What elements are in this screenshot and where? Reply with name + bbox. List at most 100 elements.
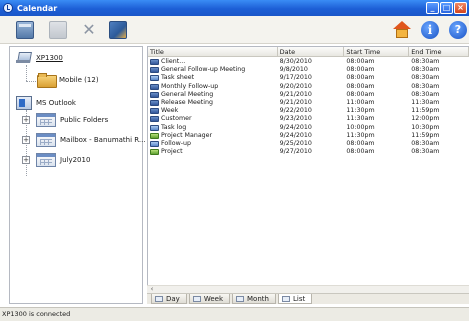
folder-icon <box>37 73 57 88</box>
app-clock-icon <box>3 3 13 13</box>
task-icon <box>150 75 159 82</box>
close-button[interactable]: × <box>454 2 467 14</box>
table-row[interactable]: Customer 9/23/2010 11:30am 12:00pm <box>148 115 469 123</box>
cell-date: 9/23/2010 <box>279 115 312 123</box>
tree-node-ms-outlook[interactable]: MS Outlook <box>16 96 76 110</box>
tree-node-label: XP1300 <box>36 54 63 62</box>
folder-grid-icon <box>36 133 56 147</box>
column-header-start-time[interactable]: Start Time <box>344 47 410 57</box>
table-row[interactable]: Follow-up 9/25/2010 08:00am 08:30am <box>148 140 469 148</box>
row-title: Release Meeting <box>161 99 213 107</box>
calendar-list: Title Date Start Time End Time Client...… <box>147 46 469 304</box>
appointment-icon <box>150 116 159 123</box>
horizontal-scrollbar[interactable]: ‹ <box>147 285 469 293</box>
plan-icon <box>150 149 159 156</box>
cell-title: Release Meeting <box>148 99 278 107</box>
table-row[interactable]: Project 9/27/2010 08:00am 08:30am <box>148 148 469 156</box>
folder-grid-icon <box>36 153 56 167</box>
row-title: Project Manager <box>161 131 213 139</box>
column-header-date[interactable]: Date <box>278 47 345 57</box>
view-calendar-icon <box>155 295 163 302</box>
cell-start-time: 08:00am <box>346 90 375 98</box>
expand-icon[interactable]: + <box>22 136 30 144</box>
tree-node-mobile[interactable]: Mobile (12) <box>37 73 99 88</box>
tree-node-july2010[interactable]: + July2010 <box>22 153 90 167</box>
folder-grid-icon <box>36 113 56 127</box>
table-row[interactable]: Project Manager 9/24/2010 11:30pm 11:59pm <box>148 132 469 140</box>
calendar-icon[interactable] <box>16 21 34 39</box>
title-bar: Calendar _ □ × <box>0 0 469 16</box>
tree-node-mailbox[interactable]: + Mailbox - Banumathi R... <box>22 133 146 147</box>
cell-end-time: 10:30pm <box>411 123 440 131</box>
tab-month[interactable]: Month <box>232 294 276 304</box>
table-row[interactable]: Week 9/22/2010 11:30pm 11:59pm <box>148 107 469 115</box>
row-title: Week <box>161 107 179 115</box>
delete-icon[interactable]: ✕ <box>80 21 98 39</box>
cell-date: 9/24/2010 <box>279 131 312 139</box>
view-calendar-icon <box>236 295 245 302</box>
table-row[interactable]: Client... 8/30/2010 08:00am 08:30am <box>148 58 469 66</box>
info-icon[interactable]: i <box>421 21 439 39</box>
window-title: Calendar <box>17 3 58 13</box>
row-title: General Follow-up Meeting <box>161 66 246 74</box>
cell-date: 9/24/2010 <box>279 123 312 131</box>
table-row[interactable]: Release Meeting 9/21/2010 11:00am 11:30am <box>148 99 469 107</box>
scroll-left-icon[interactable]: ‹ <box>148 286 156 293</box>
row-title: Client... <box>161 58 186 66</box>
tab-label: Week <box>203 294 224 303</box>
maximize-button[interactable]: □ <box>440 2 453 14</box>
table-row[interactable]: General Meeting 9/21/2010 08:00am 08:30am <box>148 91 469 99</box>
tree-node-device[interactable]: XP1300 <box>16 51 63 65</box>
edit-icon[interactable] <box>49 21 67 39</box>
table-row[interactable]: Task log 9/24/2010 10:00pm 10:30pm <box>148 124 469 132</box>
expand-icon[interactable]: + <box>22 116 30 124</box>
cell-start-time: 11:30pm <box>346 107 375 115</box>
tab-day[interactable]: Day <box>151 294 187 304</box>
cell-start-time: 08:00am <box>346 74 375 82</box>
home-icon[interactable] <box>393 21 411 39</box>
cell-end-time: 08:30am <box>411 82 440 90</box>
cell-end-time: 08:30am <box>411 148 440 156</box>
toolbar: ✕ i ? <box>0 16 469 44</box>
list-header: Title Date Start Time End Time <box>148 47 469 57</box>
appointment-icon <box>150 59 159 66</box>
cell-date: 9/17/2010 <box>279 74 312 82</box>
tree-node-label: Mobile (12) <box>59 75 99 84</box>
device-icon <box>16 51 32 65</box>
status-text: XP1300 is connected <box>2 310 71 318</box>
cell-date: 9/27/2010 <box>279 148 312 156</box>
tab-list[interactable]: List <box>277 294 313 304</box>
minimize-button[interactable]: _ <box>426 2 439 14</box>
cell-end-time: 11:30am <box>411 99 440 107</box>
expand-icon[interactable]: + <box>22 156 30 164</box>
row-title: Task sheet <box>161 74 195 82</box>
tree-node-public-folders[interactable]: + Public Folders <box>22 113 108 127</box>
cell-end-time: 08:30am <box>411 58 440 66</box>
help-icon[interactable]: ? <box>449 21 467 39</box>
export-icon[interactable] <box>109 21 127 39</box>
cell-end-time: 12:00pm <box>411 115 440 123</box>
row-title: General Meeting <box>161 90 214 98</box>
cell-end-time: 11:59pm <box>411 131 440 139</box>
appointment-icon <box>150 67 159 74</box>
column-header-title[interactable]: Title <box>148 47 278 57</box>
cell-title: Customer <box>148 115 278 123</box>
cell-title: General Meeting <box>148 91 278 99</box>
table-row[interactable]: Task sheet 9/17/2010 08:00am 08:30am <box>148 74 469 82</box>
cell-start-time: 08:00am <box>346 139 375 147</box>
tree-node-label: Mailbox - Banumathi R... <box>60 136 146 144</box>
cell-date: 9/21/2010 <box>279 90 312 98</box>
cell-date: 9/25/2010 <box>279 139 312 147</box>
row-title: Monthly Follow-up <box>161 82 219 90</box>
cell-date: 9/21/2010 <box>279 99 312 107</box>
tab-week[interactable]: Week <box>188 294 231 304</box>
task-icon <box>150 124 159 131</box>
view-tabs: Day Week Month List <box>147 293 469 304</box>
cell-title: Client... <box>148 58 278 66</box>
table-row[interactable]: Monthly Follow-up 9/20/2010 08:00am 08:30am <box>148 83 469 91</box>
cell-end-time: 08:30am <box>411 66 440 74</box>
tab-label: Month <box>247 294 269 303</box>
column-header-end-time[interactable]: End Time <box>409 47 469 57</box>
row-title: Project <box>161 148 183 156</box>
table-row[interactable]: General Follow-up Meeting 9/8/2010 08:00am… <box>148 66 469 74</box>
